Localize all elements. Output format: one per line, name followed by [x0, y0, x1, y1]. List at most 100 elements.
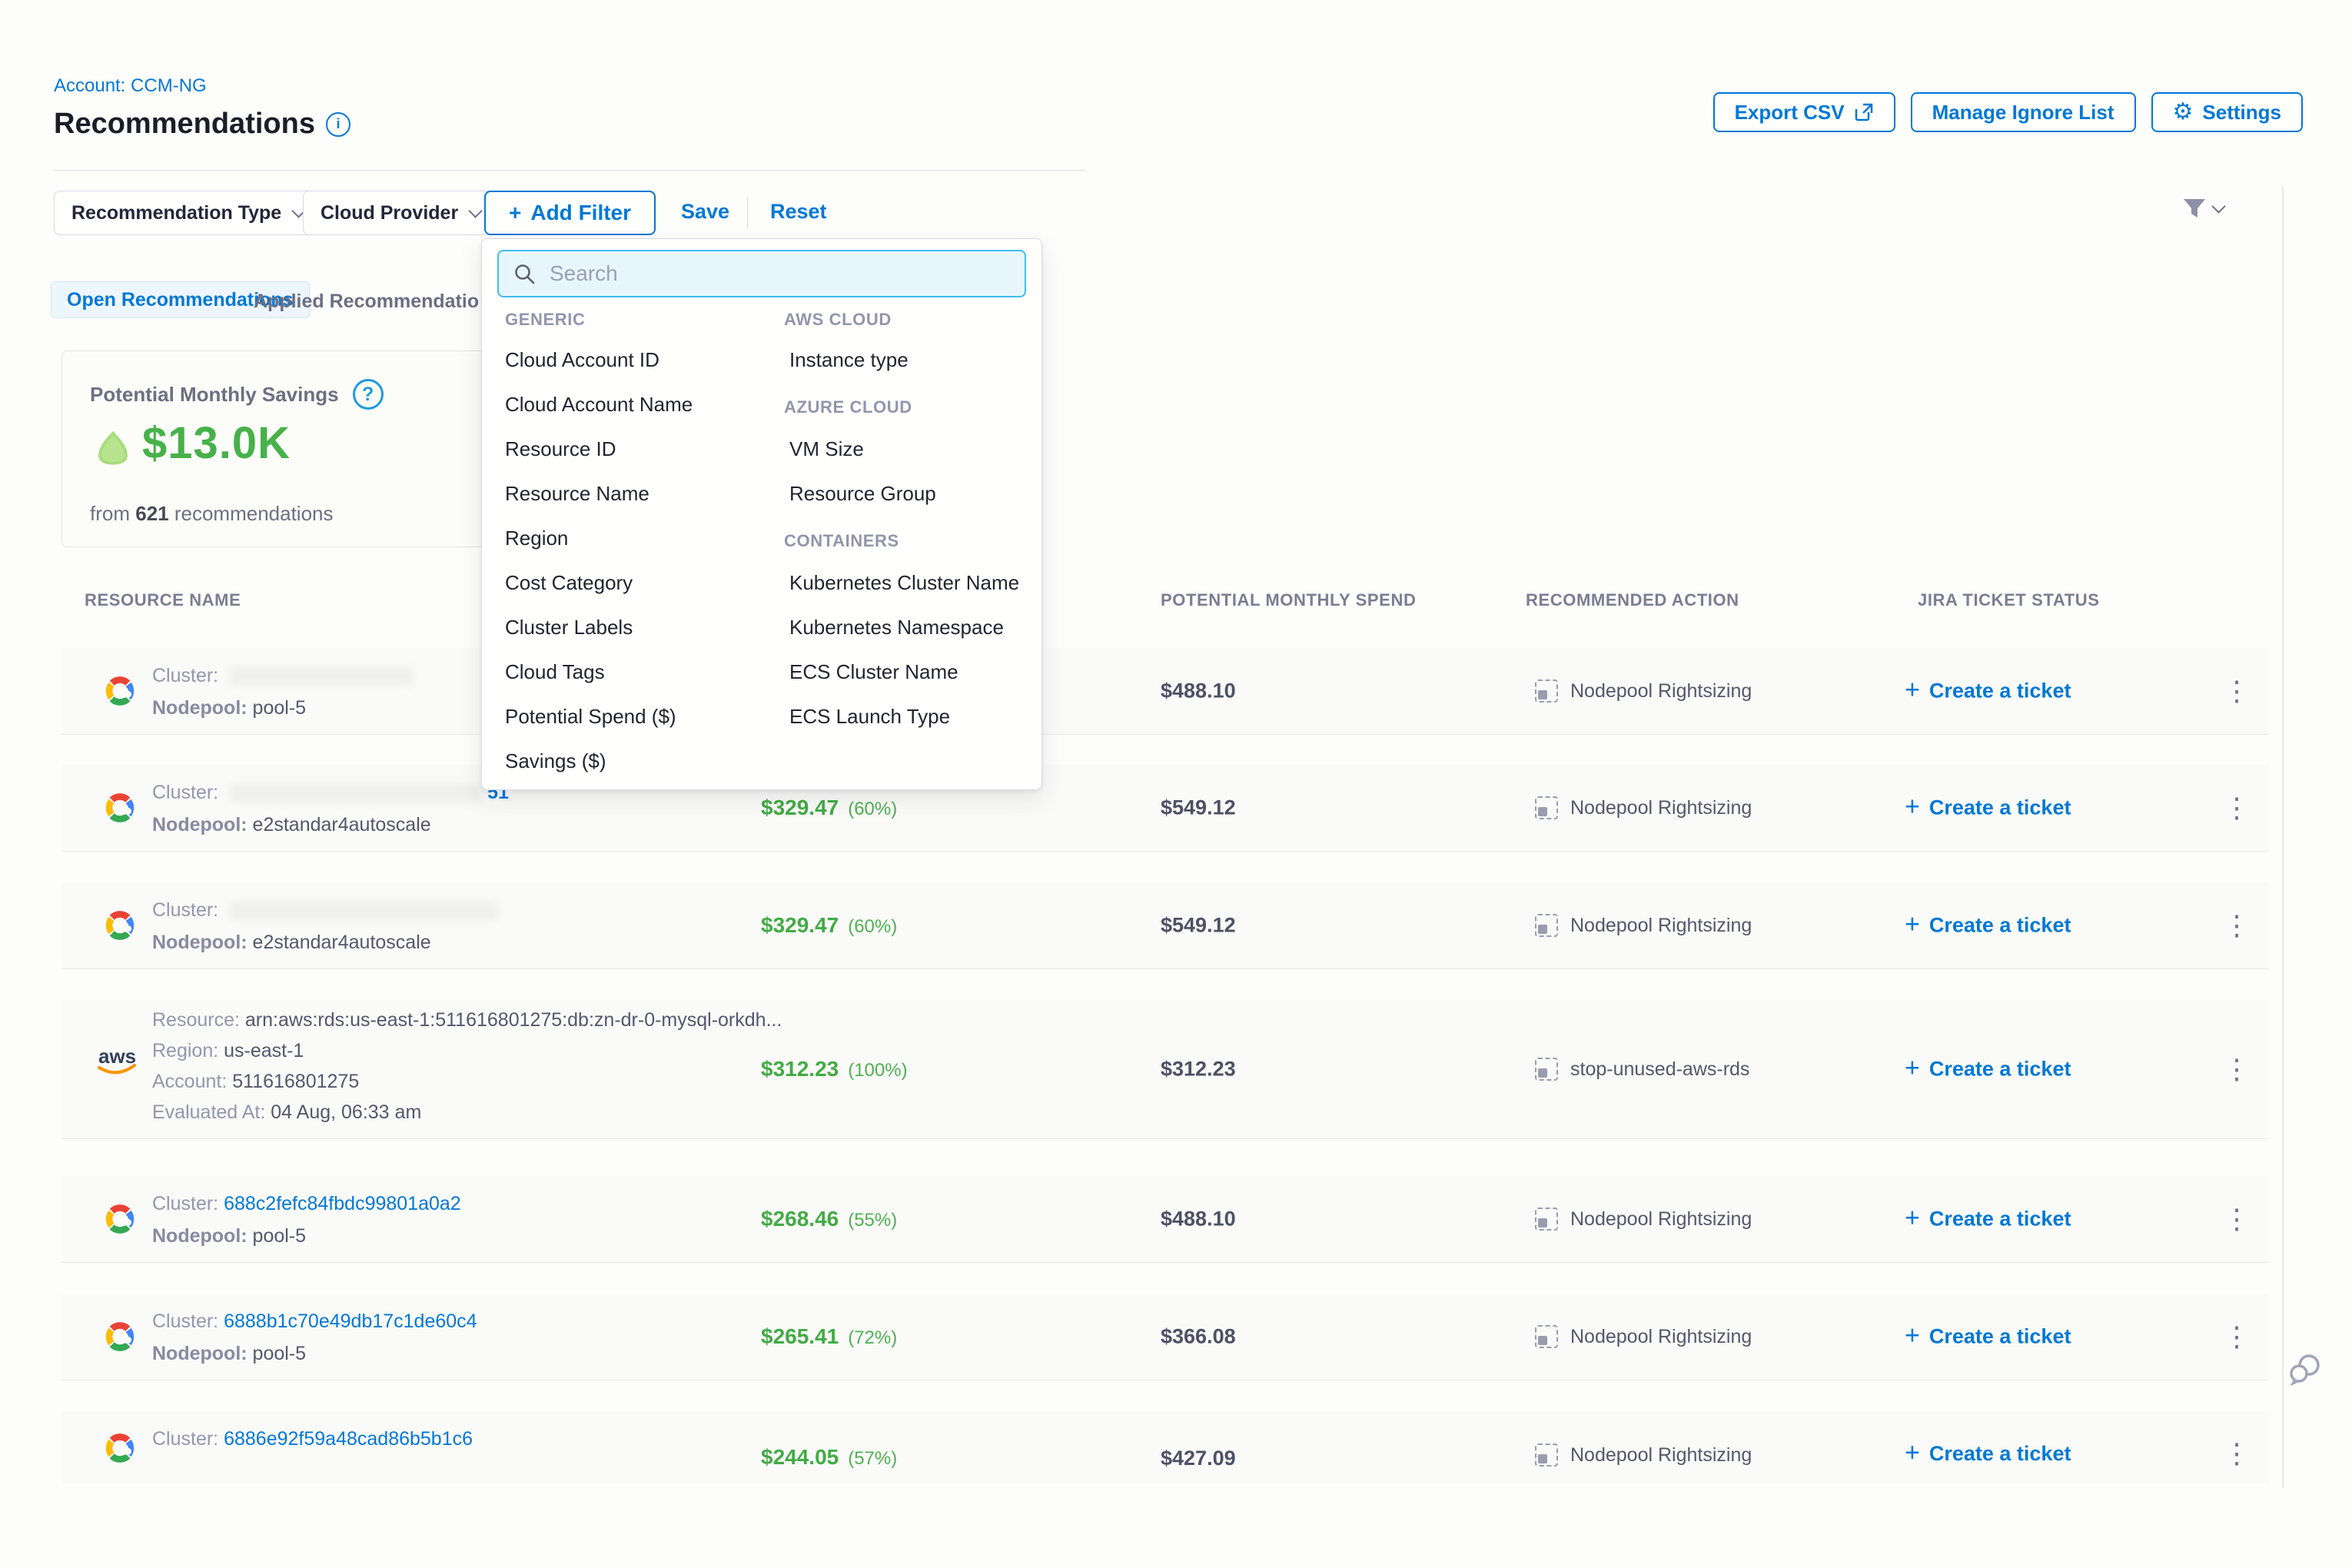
redacted-cluster-name — [229, 783, 483, 803]
table-row[interactable]: Cluster: Nodepool: pool-5 $488.10 Nodepo… — [61, 648, 2269, 735]
tab-applied-recommendations[interactable]: Applied Recommendatio — [254, 291, 479, 313]
kebab-menu-icon[interactable]: ⋮ — [2223, 675, 2251, 707]
monthly-savings-value: $329.47(60%) — [761, 913, 897, 938]
search-input[interactable] — [548, 261, 1011, 287]
settings-button[interactable]: ⚙ Settings — [2151, 92, 2303, 132]
filter-option-cloud-account-name[interactable]: Cloud Account Name — [505, 393, 693, 417]
filter-bar-divider — [747, 197, 748, 229]
dropdown-search[interactable] — [497, 250, 1026, 297]
filter-option-vm-size[interactable]: VM Size — [789, 437, 864, 461]
filter-option-resource-group[interactable]: Resource Group — [789, 482, 936, 506]
plus-icon: + — [1905, 1055, 1920, 1081]
monthly-savings-value: $268.46(55%) — [761, 1207, 897, 1231]
filter-option-resource-id[interactable]: Resource ID — [505, 437, 616, 461]
kebab-menu-icon[interactable]: ⋮ — [2223, 1437, 2251, 1470]
kebab-menu-icon[interactable]: ⋮ — [2223, 792, 2251, 824]
cloud-provider-filter[interactable]: Cloud Provider — [303, 191, 498, 235]
create-ticket-button[interactable]: + Create a ticket — [1905, 796, 2071, 820]
chevron-down-icon — [468, 204, 482, 218]
manage-ignore-list-button[interactable]: Manage Ignore List — [1911, 92, 2136, 132]
cluster-label: Cluster: — [152, 899, 218, 921]
nodepool-value: pool-5 — [253, 697, 307, 719]
filter-option-potential-spend[interactable]: Potential Spend ($) — [505, 705, 676, 729]
create-ticket-label: Create a ticket — [1929, 796, 2071, 820]
plus-icon: + — [1905, 1440, 1920, 1466]
rds-action-icon — [1535, 1058, 1558, 1081]
kebab-menu-icon[interactable]: ⋮ — [2223, 909, 2251, 942]
savings-subtitle-suffix: recommendations — [169, 502, 334, 525]
cloud-provider-label: Cloud Provider — [321, 202, 458, 224]
filter-option-savings[interactable]: Savings ($) — [505, 749, 606, 773]
recommended-action-label: Nodepool Rightsizing — [1570, 797, 1752, 819]
reset-filter-button[interactable]: Reset — [770, 200, 827, 224]
column-header-monthly-spend: POTENTIAL MONTHLY SPEND — [1161, 590, 1416, 610]
cluster-label: Cluster: — [152, 1428, 218, 1450]
filter-option-cluster-labels[interactable]: Cluster Labels — [505, 616, 633, 639]
nodepool-value: e2standar4autoscale — [253, 932, 431, 953]
recommended-action: Nodepool Rightsizing — [1535, 914, 1752, 937]
column-header-resource-name: RESOURCE NAME — [85, 590, 241, 610]
savings-subtitle: from 621 recommendations — [90, 502, 334, 526]
create-ticket-button[interactable]: + Create a ticket — [1905, 1058, 2071, 1081]
filter-icon — [2181, 195, 2207, 221]
table-row[interactable]: aws Resource: arn:aws:rds:us-east-1:5116… — [61, 1000, 2269, 1139]
nodepool-value: pool-5 — [253, 1225, 307, 1247]
cluster-link[interactable]: 6886e92f59a48cad86b5b1c6 — [224, 1428, 473, 1450]
recommended-action-label: Nodepool Rightsizing — [1570, 1208, 1752, 1231]
plus-icon: + — [1905, 1322, 1920, 1348]
add-filter-button[interactable]: + Add Filter — [484, 191, 656, 235]
kebab-menu-icon[interactable]: ⋮ — [2223, 1053, 2251, 1085]
filter-panel-toggle[interactable] — [2181, 195, 2224, 221]
table-row[interactable]: Cluster: 688c2fefc84fbdc99801a0a2 Nodepo… — [61, 1176, 2269, 1263]
question-icon[interactable]: ? — [353, 379, 384, 410]
table-row[interactable]: Cluster: 6888b1c70e49db17c1de60c4 Nodepo… — [61, 1294, 2269, 1380]
create-ticket-button[interactable]: + Create a ticket — [1905, 914, 2071, 938]
manage-ignore-list-label: Manage Ignore List — [1932, 101, 2114, 125]
nodepool-label: Nodepool: — [152, 932, 247, 953]
potential-savings-card: Potential Monthly Savings ? $13.0K from … — [61, 350, 493, 547]
filter-option-region[interactable]: Region — [505, 527, 568, 550]
filter-option-ecs-launch-type[interactable]: ECS Launch Type — [789, 705, 950, 729]
filter-option-cloud-account-id[interactable]: Cloud Account ID — [505, 348, 659, 372]
info-icon[interactable]: i — [326, 112, 350, 137]
savings-subtitle-prefix: from — [90, 502, 135, 525]
table-row[interactable]: Cluster: 6886e92f59a48cad86b5b1c6 $244.0… — [61, 1411, 2269, 1483]
nodepool-label: Nodepool: — [152, 1225, 247, 1247]
monthly-savings-value: $329.47(60%) — [761, 796, 897, 820]
filter-option-ecs-cluster-name[interactable]: ECS Cluster Name — [789, 660, 958, 684]
filter-option-kubernetes-namespace[interactable]: Kubernetes Namespace — [789, 616, 1004, 639]
create-ticket-label: Create a ticket — [1929, 1208, 2071, 1231]
filter-option-resource-name[interactable]: Resource Name — [505, 482, 649, 506]
gcp-icon — [100, 1318, 140, 1359]
filter-option-instance-type[interactable]: Instance type — [789, 348, 909, 372]
create-ticket-button[interactable]: + Create a ticket — [1905, 1208, 2071, 1231]
create-ticket-button[interactable]: + Create a ticket — [1905, 1442, 2071, 1466]
gcp-icon — [100, 1201, 140, 1241]
filter-option-cost-category[interactable]: Cost Category — [505, 571, 633, 595]
nodepool-label: Nodepool: — [152, 697, 247, 719]
plus-icon: + — [509, 201, 521, 225]
nodepool-label: Nodepool: — [152, 814, 247, 835]
export-csv-button[interactable]: Export CSV — [1713, 92, 1895, 132]
recommended-action: Nodepool Rightsizing — [1535, 796, 1752, 819]
cluster-link[interactable]: 688c2fefc84fbdc99801a0a2 — [224, 1193, 461, 1214]
column-header-recommended-action: RECOMMENDED ACTION — [1526, 590, 1739, 610]
add-filter-dropdown: GENERIC Cloud Account ID Cloud Account N… — [481, 238, 1042, 790]
create-ticket-button[interactable]: + Create a ticket — [1905, 679, 2071, 703]
filter-option-kubernetes-cluster-name[interactable]: Kubernetes Cluster Name — [789, 571, 1019, 595]
cluster-link[interactable]: 6888b1c70e49db17c1de60c4 — [224, 1311, 477, 1332]
help-chat-icon[interactable] — [2287, 1353, 2324, 1394]
recommended-action-label: Nodepool Rightsizing — [1570, 1444, 1752, 1467]
recommended-action: Nodepool Rightsizing — [1535, 1208, 1752, 1231]
table-row[interactable]: Cluster:51 Nodepool: e2standar4autoscale… — [61, 765, 2269, 852]
recommendation-type-filter[interactable]: Recommendation Type — [54, 191, 321, 235]
content-right-divider — [2282, 186, 2284, 1488]
kebab-menu-icon[interactable]: ⋮ — [2223, 1321, 2251, 1353]
create-ticket-label: Create a ticket — [1929, 1325, 2071, 1349]
table-row[interactable]: Cluster: Nodepool: e2standar4autoscale $… — [61, 882, 2269, 969]
create-ticket-button[interactable]: + Create a ticket — [1905, 1325, 2071, 1349]
kebab-menu-icon[interactable]: ⋮ — [2223, 1203, 2251, 1235]
filter-option-cloud-tags[interactable]: Cloud Tags — [505, 660, 605, 684]
save-filter-button[interactable]: Save — [681, 200, 729, 224]
account-breadcrumb[interactable]: Account: CCM-NG — [54, 75, 207, 97]
